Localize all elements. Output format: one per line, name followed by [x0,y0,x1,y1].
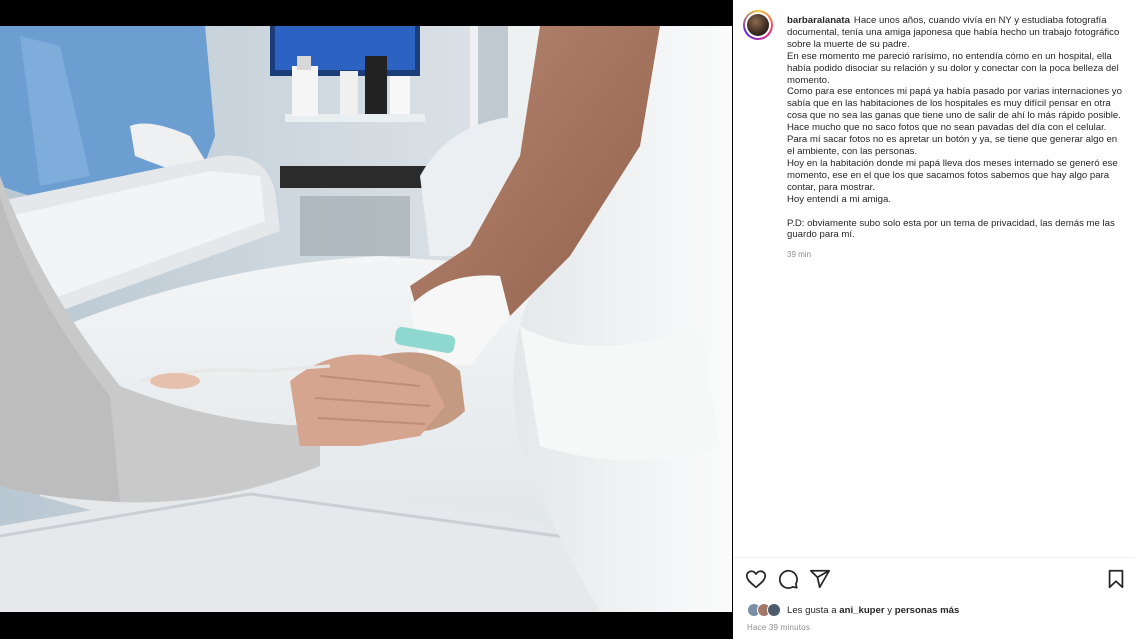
comment-button[interactable] [777,568,799,590]
hospital-hands-photo [0,26,732,612]
share-button[interactable] [809,568,831,590]
share-icon [809,569,831,589]
caption-time[interactable]: 39 min [787,249,1127,261]
avatar-ring-inner [745,12,771,38]
avatar[interactable] [743,10,773,40]
likes-others[interactable]: personas más [895,605,960,616]
comment-icon [778,569,798,589]
caption-username[interactable]: barbaralanata [787,15,850,26]
avatar-image [747,14,769,36]
caption-area: barbaralanata Hace unos años, cuando viví… [733,0,1135,560]
post-caption: barbaralanata Hace unos años, cuando viví… [787,15,1127,261]
caption-text: Hace unos años, cuando vivía en NY y est… [787,15,1122,205]
likes-text: Les gusta a ani_kuper y personas más [787,605,959,616]
save-button[interactable] [1105,568,1127,590]
likes-mid: y [887,604,893,616]
bookmark-icon [1108,569,1124,589]
post-timestamp[interactable]: Hace 39 minutos [747,623,810,632]
divider [733,557,1135,558]
likes-row: Les gusta a ani_kuper y personas más [747,603,959,617]
action-bar [733,568,1135,592]
likes-user[interactable]: ani_kuper [839,605,884,616]
liker-avatar[interactable] [767,603,781,617]
post-photo[interactable] [0,26,732,612]
like-button[interactable] [745,568,767,590]
post-panel: barbaralanata Hace unos años, cuando viví… [733,0,1135,639]
caption-pd: P.D: obviamente subo solo esta por un te… [787,217,1115,241]
likes-prefix: Les gusta a [787,604,837,616]
heart-icon [745,570,767,589]
photo-area [0,0,732,639]
